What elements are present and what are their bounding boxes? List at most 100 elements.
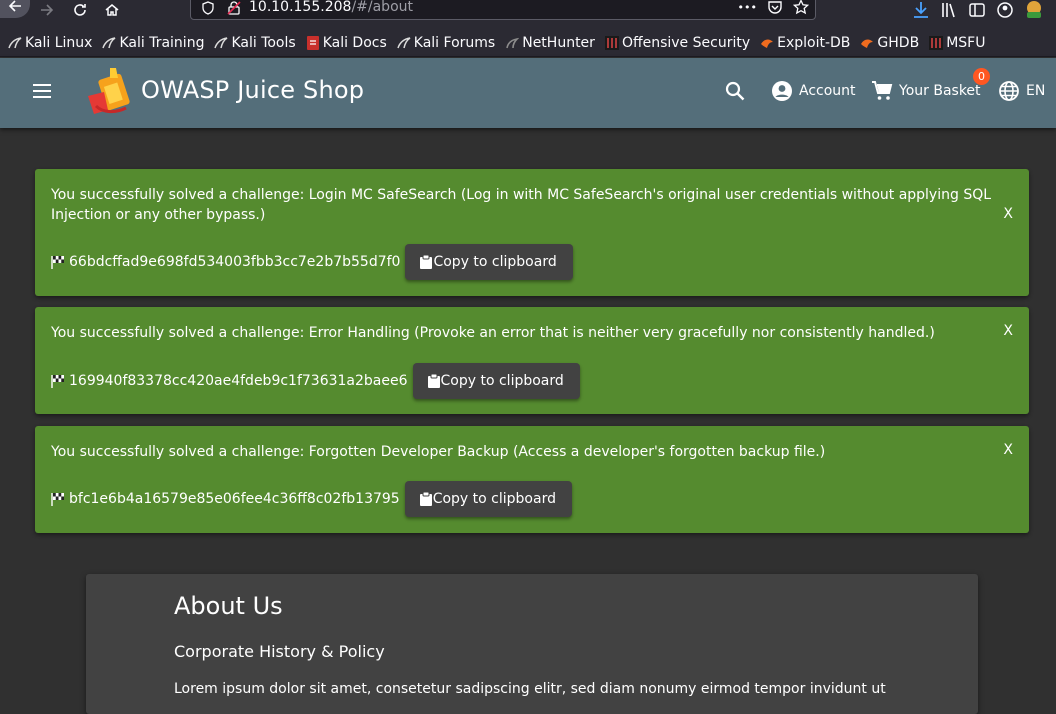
kali-docs-icon (306, 36, 319, 50)
flag-row: 66bdcffad9e698fd534003fbb3cc7e2b7b55d7f0… (51, 244, 573, 280)
bookmark-label: MSFU (946, 35, 986, 51)
bookmark-exploit-db[interactable]: Exploit-DB (760, 35, 850, 51)
bookmark-label: Kali Tools (231, 35, 296, 51)
app-title[interactable]: OWASP Juice Shop (141, 76, 364, 104)
bookmark-label: Exploit-DB (777, 35, 851, 51)
browser-toolbar-right (912, 0, 1056, 20)
profile-icon[interactable] (996, 1, 1014, 19)
close-notification-button[interactable]: X (1003, 323, 1013, 339)
account-label: Account (799, 83, 856, 99)
exploitdb-icon (761, 39, 774, 48)
nethunter-icon (506, 37, 520, 49)
bookmark-label: Kali Docs (322, 35, 387, 51)
challenge-solved-notification: You successfully solved a challenge: For… (35, 426, 1029, 533)
bookmark-label: Kali Linux (25, 35, 93, 51)
basket-count-badge: 0 (973, 68, 990, 85)
bookmark-msfu[interactable]: MSFU (929, 35, 985, 51)
bookmark-kali-docs[interactable]: Kali Docs (306, 35, 387, 51)
exploitdb-icon (861, 39, 874, 48)
checkered-flag-icon (51, 375, 64, 388)
copy-label: Copy to clipboard (440, 373, 564, 389)
url-path: /#/about (351, 0, 413, 15)
account-button[interactable]: Account (771, 78, 856, 104)
notification-message: You successfully solved a challenge: Err… (51, 325, 935, 341)
basket-label: Your Basket (899, 83, 981, 99)
download-icon[interactable] (912, 1, 930, 19)
home-button[interactable] (99, 0, 125, 20)
copy-to-clipboard-button[interactable]: Copy to clipboard (412, 363, 580, 399)
kali-dragon-icon (102, 37, 116, 49)
bookmark-nethunter[interactable]: NetHunter (505, 35, 595, 51)
url-text[interactable]: 10.10.155.208/#/about (249, 0, 413, 15)
hamburger-menu-icon (33, 84, 51, 98)
bookmarks-bar: Kali Linux Kali Training Kali Tools Kali… (0, 30, 1056, 57)
shopping-cart-icon (872, 81, 893, 100)
search-icon (725, 81, 745, 101)
basket-button[interactable]: Your Basket (871, 78, 981, 104)
section-heading: Corporate History & Policy (174, 642, 385, 661)
url-bar[interactable]: 10.10.155.208/#/about ••• (190, 0, 816, 20)
page-title: About Us (174, 592, 283, 620)
bookmark-label: Offensive Security (621, 35, 751, 51)
close-notification-button[interactable]: X (1003, 206, 1013, 222)
flag-row: 169940f83378cc420ae4fdeb9c1f73631a2baee6… (51, 363, 580, 399)
url-actions: ••• (738, 0, 809, 15)
url-host: 10.10.155.208 (249, 0, 352, 15)
app-toolbar: OWASP Juice Shop Account Your Basket EN (0, 58, 1056, 128)
sidebar-icon[interactable] (968, 1, 986, 19)
kali-dragon-icon (8, 37, 22, 49)
flag-code: 169940f83378cc420ae4fdeb9c1f73631a2baee6 (69, 373, 408, 389)
pocket-icon[interactable] (767, 0, 783, 15)
checkered-flag-icon (51, 493, 64, 506)
kali-dragon-icon (397, 37, 411, 49)
language-label: EN (1026, 83, 1046, 99)
sidenav-menu-button[interactable] (31, 82, 53, 104)
copy-label: Copy to clipboard (432, 491, 556, 507)
bookmark-kali-forums[interactable]: Kali Forums (397, 35, 495, 51)
close-notification-button[interactable]: X (1003, 442, 1013, 458)
arrow-left-icon (8, 0, 21, 12)
arrow-right-icon (41, 4, 54, 16)
offsec-icon (604, 36, 619, 50)
notification-message: You successfully solved a challenge: Log… (51, 187, 992, 223)
bookmark-label: Kali Forums (413, 35, 496, 51)
copy-to-clipboard-button[interactable]: Copy to clipboard (404, 481, 572, 517)
forward-button[interactable] (34, 0, 60, 20)
browser-nav-bar: 10.10.155.208/#/about ••• (0, 0, 1056, 30)
back-button[interactable] (0, 0, 30, 18)
bookmark-star-icon[interactable] (793, 0, 809, 15)
checkered-flag-icon (51, 256, 64, 269)
page-actions-button[interactable]: ••• (738, 1, 757, 14)
kali-dragon-icon (214, 37, 228, 49)
copy-to-clipboard-button[interactable]: Copy to clipboard (405, 244, 573, 280)
globe-icon (999, 81, 1019, 101)
bookmark-kali-linux[interactable]: Kali Linux (8, 35, 92, 51)
clipboard-icon (419, 492, 432, 506)
about-us-card: About Us Corporate History & Policy Lore… (86, 574, 978, 714)
bookmark-label: Kali Training (119, 35, 205, 51)
juice-shop-logo[interactable] (84, 66, 134, 118)
bookmark-offensive-security[interactable]: Offensive Security (604, 35, 751, 51)
bookmark-kali-tools[interactable]: Kali Tools (214, 35, 296, 51)
challenge-solved-notification: You successfully solved a challenge: Log… (35, 169, 1029, 296)
search-button[interactable] (724, 78, 746, 104)
extension-icon[interactable] (1024, 0, 1044, 20)
bookmark-kali-training[interactable]: Kali Training (102, 35, 204, 51)
shield-icon[interactable] (201, 1, 215, 15)
offsec-icon (929, 36, 944, 50)
reload-icon (74, 4, 86, 16)
bookmark-label: GHDB (877, 35, 920, 51)
language-button[interactable]: EN (998, 78, 1045, 104)
library-icon[interactable] (940, 1, 958, 19)
home-icon (105, 4, 119, 16)
bookmark-label: NetHunter (522, 35, 595, 51)
insecure-lock-icon[interactable] (227, 1, 241, 15)
notification-message: You successfully solved a challenge: For… (51, 444, 826, 460)
clipboard-icon (420, 255, 433, 269)
clipboard-icon (427, 374, 440, 388)
flag-code: 66bdcffad9e698fd534003fbb3cc7e2b7b55d7f0 (69, 254, 401, 270)
reload-button[interactable] (67, 0, 93, 20)
flag-code: bfc1e6b4a16579e85e06fee4c36ff8c02fb13795 (69, 491, 400, 507)
challenge-solved-notification: You successfully solved a challenge: Err… (35, 307, 1029, 414)
bookmark-ghdb[interactable]: GHDB (860, 35, 919, 51)
